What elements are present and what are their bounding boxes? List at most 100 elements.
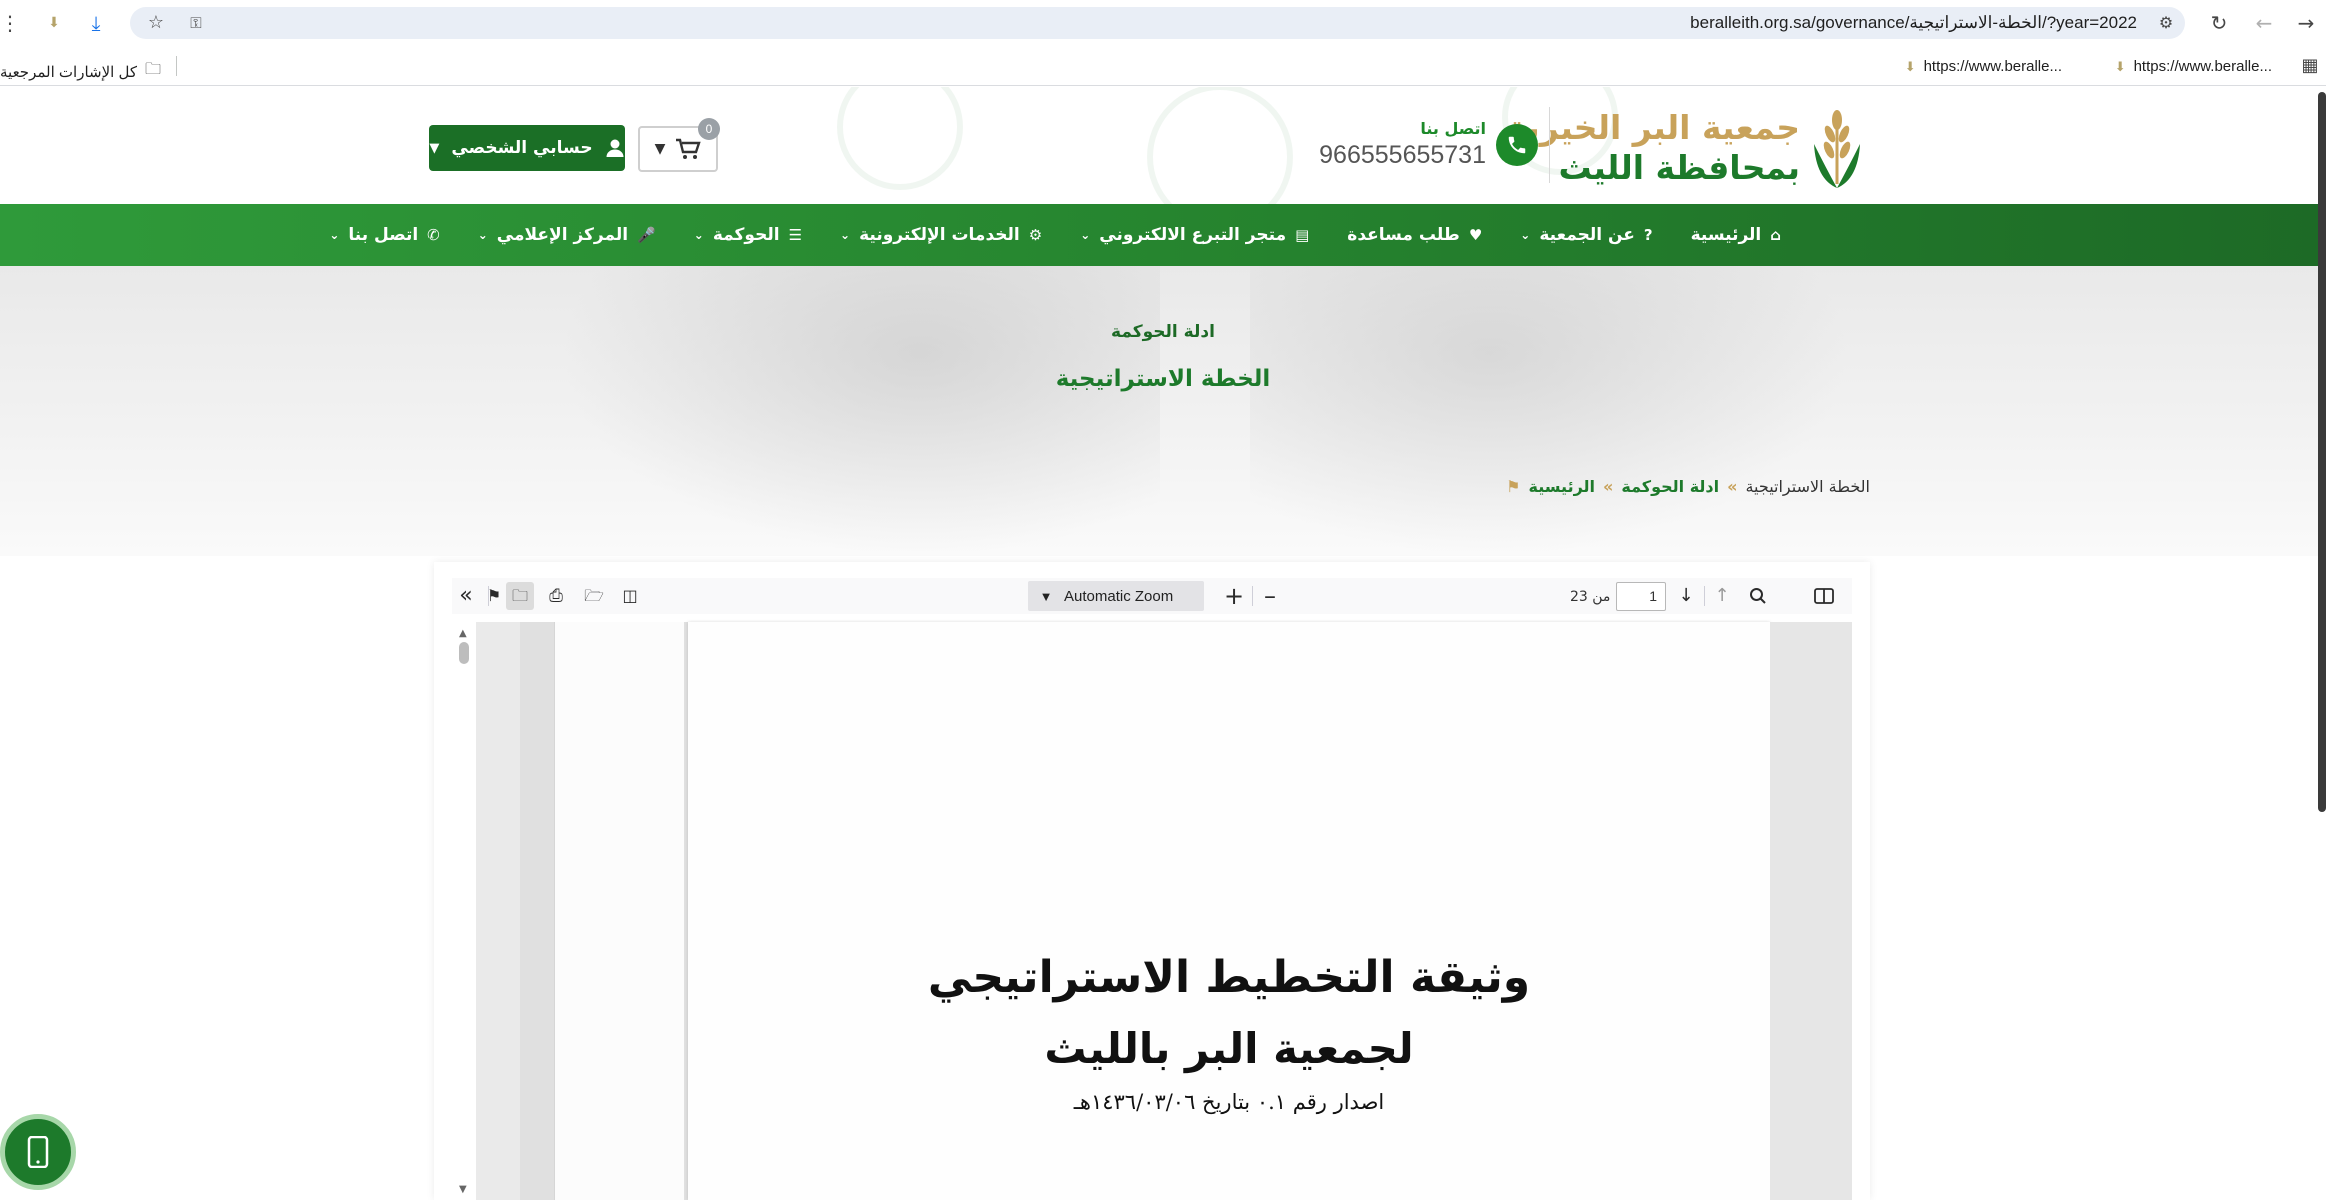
question-icon: ? <box>1643 225 1653 244</box>
tools-double-chevron-icon[interactable]: « <box>452 582 480 610</box>
breadcrumb-current: الخطة الاستراتيجية <box>1745 477 1870 496</box>
hero-background <box>560 266 1160 556</box>
floating-mobile-button[interactable] <box>0 1114 76 1190</box>
list-icon: ☰ <box>788 225 803 244</box>
card-icon: ▤ <box>1295 225 1310 244</box>
chevron-down-icon: ⌄ <box>1520 228 1531 242</box>
page-scrollbar[interactable] <box>2318 92 2326 812</box>
chevron-down-icon: ⌄ <box>1080 228 1091 242</box>
scrollbar-thumb[interactable] <box>459 642 469 664</box>
nav-item-label: عن الجمعية <box>1539 225 1635 245</box>
scroll-down-icon[interactable]: ▼ <box>459 1184 467 1195</box>
bookmark-label: https://www.beralle... <box>2133 58 2272 75</box>
nav-item-help-request[interactable]: ♥ طلب مساعدة <box>1328 204 1501 266</box>
zoom-in-icon[interactable]: + <box>1220 582 1248 610</box>
all-bookmarks[interactable]: كل الإشارات المرجعية 🗀 <box>0 58 161 85</box>
download-bookmark-icon: ⬇ <box>1904 58 1916 74</box>
bookmark-icon[interactable]: ⚑ <box>480 582 508 610</box>
bookmark-item[interactable]: ⬇ https://www.beralle... <box>2115 58 2272 75</box>
chevron-down-icon: ▼ <box>429 140 440 156</box>
download-icon[interactable]: ⤓ <box>82 9 110 37</box>
open-file-icon[interactable]: 🗀 <box>506 582 534 610</box>
viewer-gutter <box>1770 622 1852 1200</box>
url-text: beralleith.org.sa/governance/الخطة-الاست… <box>1690 13 2137 32</box>
site-logo[interactable]: جمعية البر الخيرية بمحافظة الليث <box>1507 104 1866 190</box>
nav-item-about[interactable]: ? عن الجمعية ⌄ <box>1501 204 1671 266</box>
site-settings-icon[interactable]: ⚙ <box>2152 9 2180 37</box>
download-bookmark-icon: ⬇ <box>2114 58 2126 74</box>
zoom-out-icon[interactable]: – <box>1256 582 1284 610</box>
nav-item-label: الرئيسية <box>1690 225 1762 245</box>
chevron-down-icon: ⌄ <box>840 228 851 242</box>
previous-page-icon[interactable]: ↑ <box>1708 582 1736 610</box>
pdf-viewer: « ⚑ 🗀 ⎙ 🗁 ◫ ▼ Automatic Zoom + – من 23 1… <box>434 562 1870 1200</box>
viewer-scrollbar[interactable]: ▲ ▼ <box>452 622 476 1200</box>
nav-item-label: متجر التبرع الالكتروني <box>1099 225 1287 245</box>
apps-grid-icon[interactable]: ▦ <box>2296 52 2324 80</box>
sidebar-toggle-icon[interactable] <box>1810 582 1838 610</box>
download-progress-icon: ⬇ <box>48 15 60 31</box>
bookmark-label: https://www.beralle... <box>1923 58 2062 75</box>
document-subheading: لجمعية البر بالليث <box>1044 1024 1414 1073</box>
page-subtitle: ادلة الحوكمة <box>1111 322 1215 342</box>
breadcrumb-separator: » <box>1603 477 1614 496</box>
chevron-down-icon: ⌄ <box>329 228 340 242</box>
viewer-gutter <box>476 622 520 1200</box>
nav-item-e-services[interactable]: ⚙ الخدمات الإلكترونية ⌄ <box>821 204 1061 266</box>
nav-item-governance[interactable]: ☰ الحوكمة ⌄ <box>675 204 821 266</box>
forward-icon[interactable]: → <box>2292 9 2320 37</box>
home-icon: ⌂ <box>1770 225 1781 244</box>
logo-line2: بمحافظة الليث <box>1558 148 1800 187</box>
nav-item-label: طلب مساعدة <box>1347 225 1460 245</box>
address-bar[interactable]: beralleith.org.sa/governance/الخطة-الاست… <box>130 7 2185 39</box>
phone-icon: ✆ <box>427 225 440 244</box>
browser-toolbar: → ← ↻ beralleith.org.sa/governance/الخطة… <box>0 0 2326 46</box>
phone-icon[interactable] <box>1496 124 1538 166</box>
back-icon[interactable]: ← <box>2250 9 2278 37</box>
print-icon[interactable]: ⎙ <box>542 582 570 610</box>
toolbar-separator <box>1704 586 1705 606</box>
toolbar-separator <box>1252 586 1253 606</box>
user-icon <box>606 139 624 157</box>
chevron-down-icon: ▼ <box>1039 588 1053 604</box>
zoom-select[interactable]: ▼ Automatic Zoom <box>1028 581 1204 611</box>
reload-icon[interactable]: ↻ <box>2205 9 2233 37</box>
document-heading: وثيقة التخطيط الاستراتيجي <box>927 952 1531 1003</box>
bookmark-item[interactable]: ⬇ https://www.beralle... <box>1905 58 2062 75</box>
breadcrumb-section[interactable]: ادلة الحوكمة <box>1621 477 1719 496</box>
menu-dots-icon[interactable]: ⋮ <box>0 9 24 37</box>
download-file-icon[interactable]: 🗁 <box>580 582 608 610</box>
nav-item-label: الحوكمة <box>712 225 780 245</box>
contact-number[interactable]: 966555655731 <box>1319 141 1486 170</box>
search-icon[interactable] <box>1744 582 1772 610</box>
scroll-up-icon[interactable]: ▲ <box>459 628 467 639</box>
nav-item-media-center[interactable]: 🎤 المركز الإعلامي ⌄ <box>459 204 675 266</box>
hero-background <box>1250 266 1850 556</box>
password-key-icon[interactable]: ⚿ <box>182 9 210 37</box>
star-icon[interactable]: ☆ <box>142 9 170 37</box>
breadcrumb: ⚑ الرئيسية » ادلة الحوكمة » الخطة الاستر… <box>1506 477 1870 496</box>
next-page-icon[interactable]: ↓ <box>1672 582 1700 610</box>
mic-icon: 🎤 <box>637 225 656 244</box>
document-issue-line: اصدار رقم ٠.١ بتاريخ ١٤٣٦/٠٣/٠٦هـ <box>1073 1090 1385 1114</box>
contact-label[interactable]: اتصل بنا <box>1420 119 1486 138</box>
nav-item-home[interactable]: ⌂ الرئيسية <box>1672 204 1800 266</box>
breadcrumb-home[interactable]: الرئيسية <box>1529 477 1596 496</box>
chevron-down-icon: ⌄ <box>693 228 704 242</box>
breadcrumb-separator: » <box>1727 477 1738 496</box>
main-nav: ⌂ الرئيسية ? عن الجمعية ⌄ ♥ طلب مساعدة ▤… <box>0 204 2326 266</box>
header-divider <box>1549 107 1550 183</box>
logo-line1: جمعية البر الخيرية <box>1507 108 1800 147</box>
folder-icon: 🗀 <box>145 61 162 78</box>
pdf-viewer-body: ▲ ▼ وثيقة التخطيط الاستراتيجي لجمعية الب… <box>452 622 1852 1200</box>
nav-item-donation-store[interactable]: ▤ متجر التبرع الالكتروني ⌄ <box>1061 204 1328 266</box>
account-button[interactable]: حسابي الشخصي ▼ <box>429 125 625 171</box>
page-number-input[interactable]: 1 <box>1616 582 1666 611</box>
wheat-logo-icon <box>1814 110 1860 188</box>
account-label: حسابي الشخصي <box>451 138 593 158</box>
presentation-mode-icon[interactable]: ◫ <box>616 582 644 610</box>
nav-item-label: الخدمات الإلكترونية <box>859 225 1020 245</box>
heart-icon: ♥ <box>1468 225 1483 244</box>
nav-item-contact[interactable]: ✆ اتصل بنا ⌄ <box>310 204 458 266</box>
page-total: من 23 <box>1570 589 1611 605</box>
